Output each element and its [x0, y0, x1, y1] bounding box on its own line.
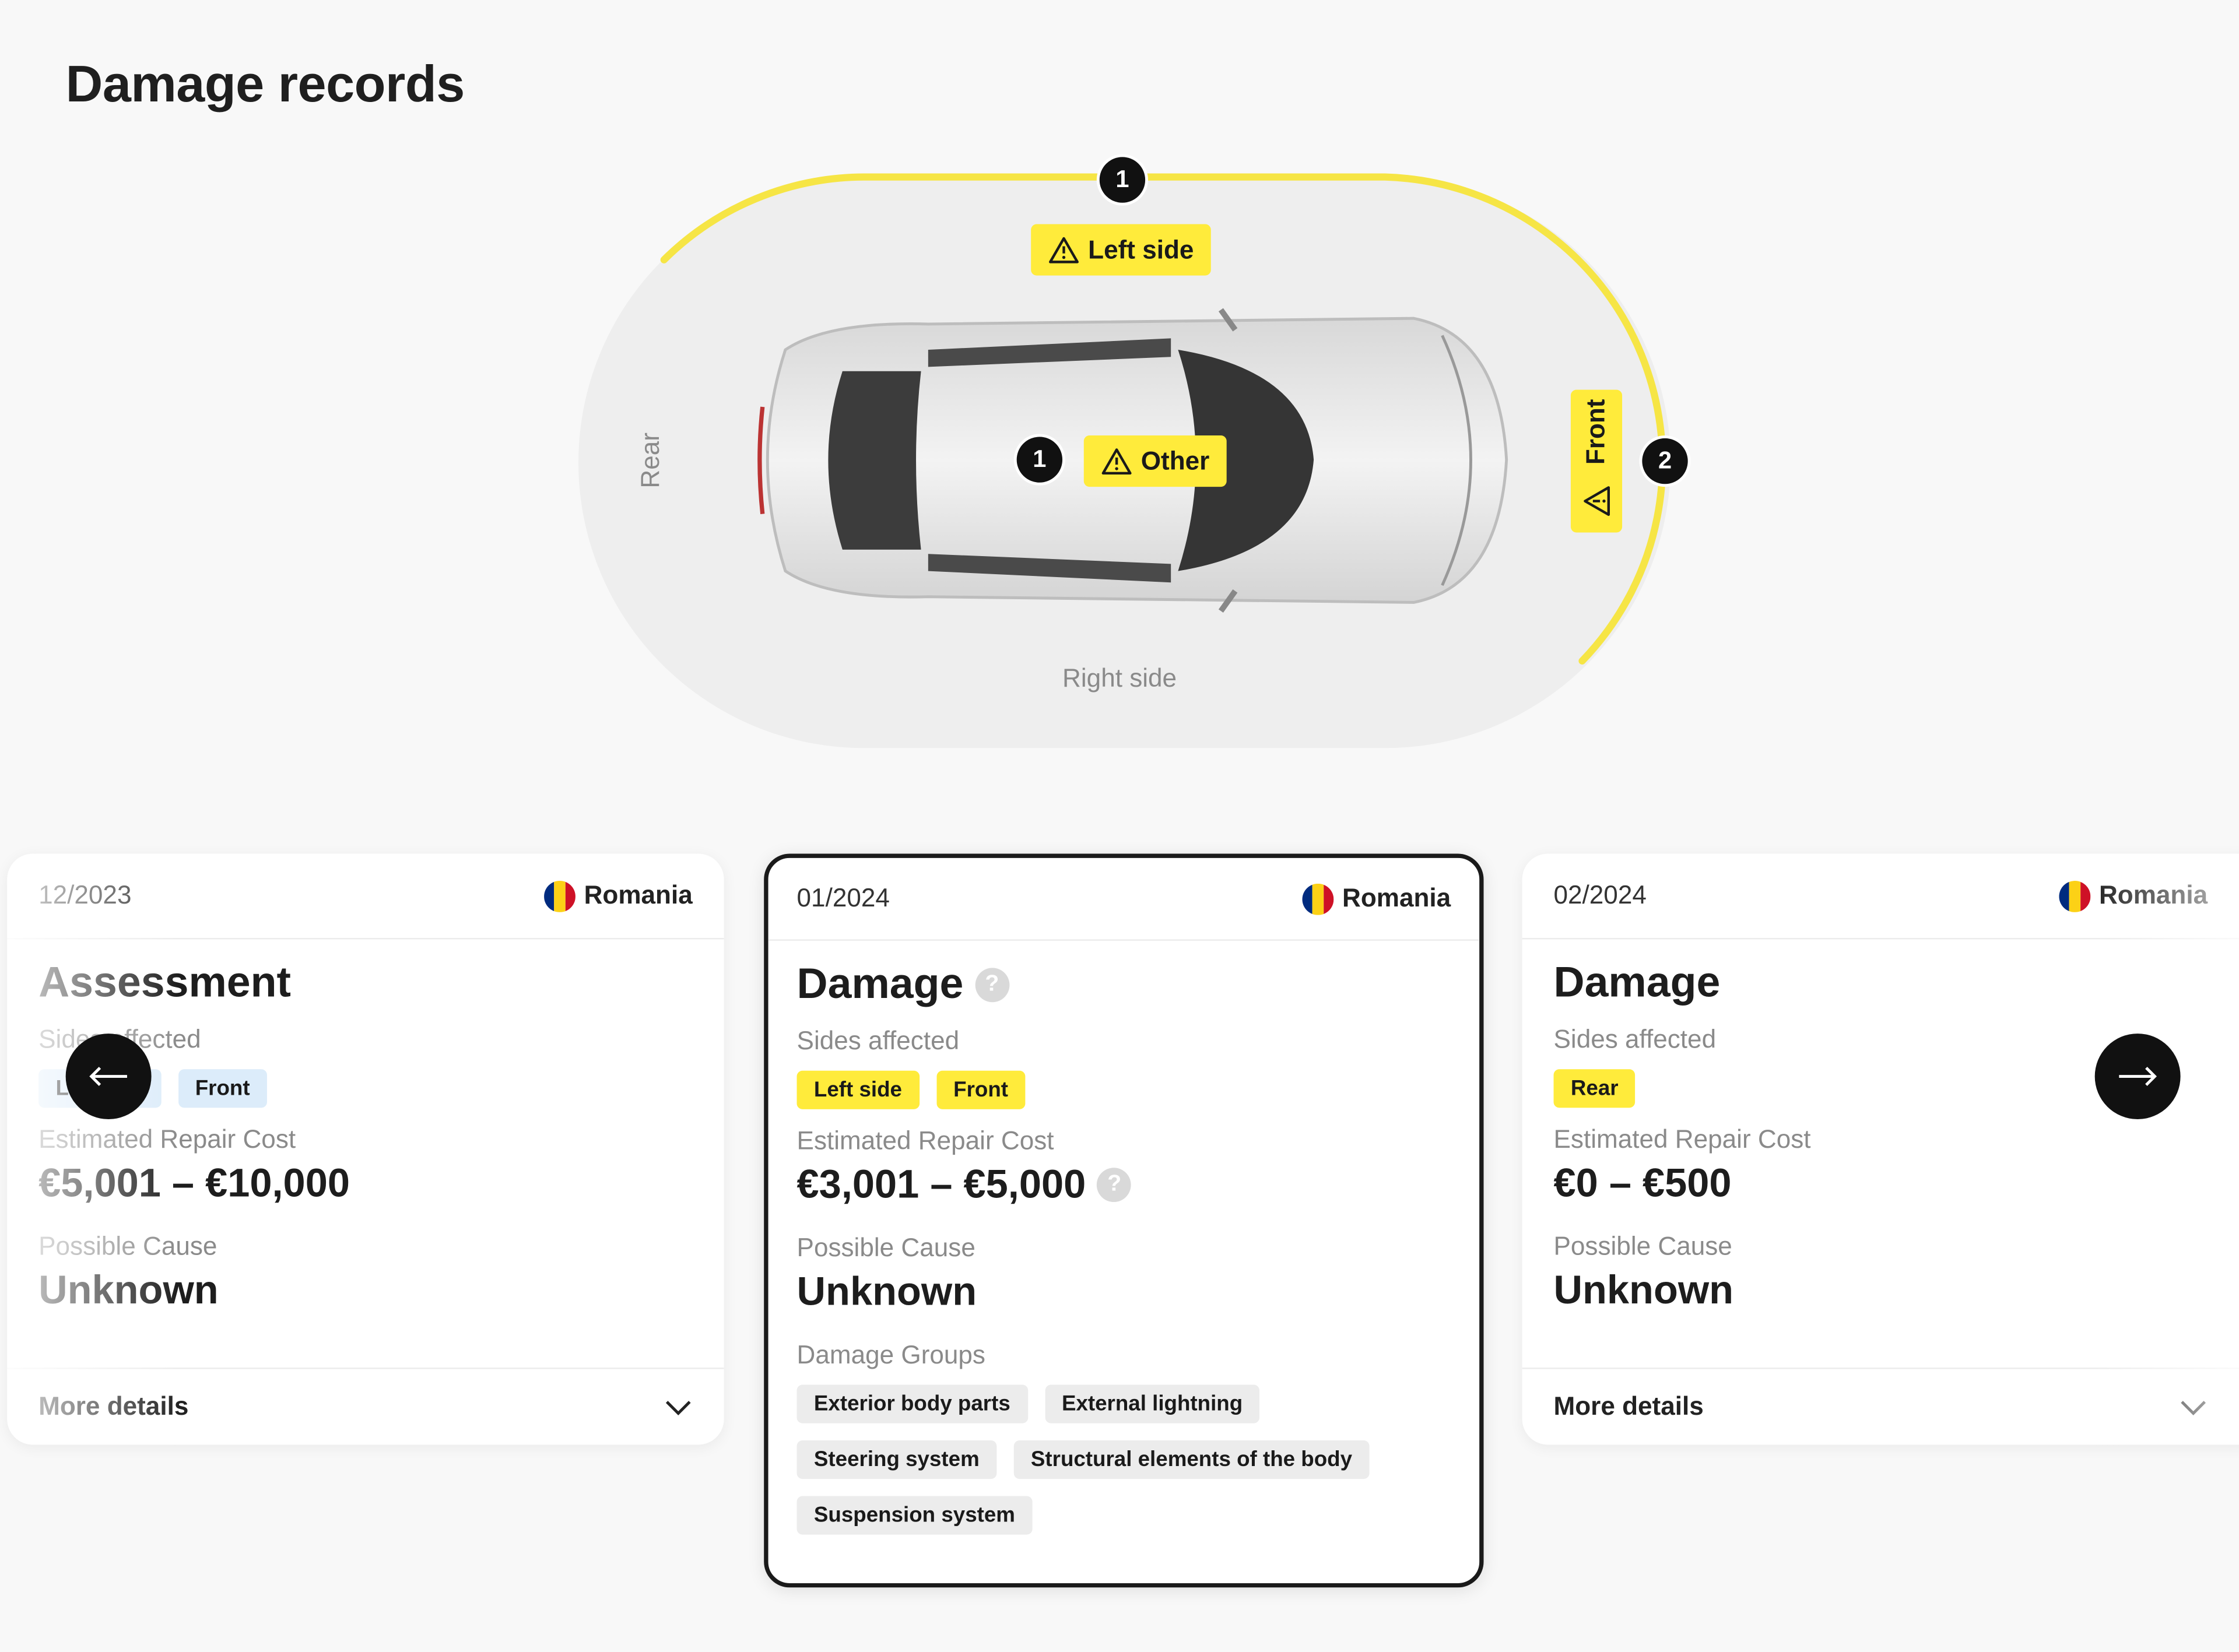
country-label: Romania: [2098, 881, 2208, 910]
car-damage-diagram: Rear Right side Left side 1 Other 1 Fron…: [0, 0, 2239, 799]
record-title-row: Damage ?: [797, 961, 1451, 1009]
record-country: Romania: [2059, 880, 2208, 912]
repair-cost-value: €5,001 – €10,000: [38, 1161, 350, 1205]
side-label-right: Right side: [1062, 663, 1177, 693]
carousel-next-button[interactable]: [2094, 1034, 2181, 1120]
record-country: Romania: [1302, 883, 1451, 915]
zone-tag-label: Front: [1581, 398, 1610, 464]
zone-tag-front[interactable]: Front: [1570, 389, 1623, 533]
possible-cause-value: Unknown: [38, 1267, 219, 1312]
country-label: Romania: [1342, 883, 1451, 912]
damage-group-chip: Suspension system: [796, 1496, 1033, 1535]
record-title: Assessment: [38, 959, 292, 1007]
zone-tag-label: Left side: [1088, 234, 1194, 263]
possible-cause-label: Possible Cause: [38, 1232, 217, 1261]
record-date: 01/2024: [796, 883, 890, 912]
sides-affected-label: Sides affected: [796, 1026, 960, 1055]
possible-cause-value: Unknown: [1553, 1267, 1734, 1312]
damage-group-chip: External lightning: [1044, 1384, 1260, 1423]
damage-record-card[interactable]: 12/2023 Romania Assessment Sides affecte…: [7, 853, 724, 1445]
warning-icon: [1584, 485, 1610, 515]
arrow-left-icon: [89, 1067, 127, 1086]
repair-cost-label: Estimated Repair Cost: [796, 1126, 1054, 1155]
side-chip: Front: [178, 1069, 268, 1108]
record-country: Romania: [543, 880, 693, 912]
zone-tag-other[interactable]: Other: [1083, 435, 1227, 487]
damage-record-card[interactable]: 02/2024 Romania Damage Sides affected Re…: [1522, 853, 2239, 1445]
romania-flag-icon: [1302, 883, 1334, 915]
record-date: 02/2024: [1553, 881, 1647, 910]
damage-record-card-selected[interactable]: 01/2024 Romania Damage ? Sides affected …: [764, 853, 1484, 1588]
repair-cost-value: €3,001 – €5,000: [796, 1162, 1086, 1207]
help-icon[interactable]: ?: [974, 968, 1009, 1003]
warning-icon: [1101, 448, 1132, 475]
record-date: 12/2023: [38, 881, 132, 910]
record-title: Damage: [1553, 959, 1721, 1007]
damage-groups-chips: Exterior body parts External lightning S…: [796, 1384, 1426, 1535]
side-chip: Rear: [1553, 1069, 1636, 1108]
more-details-label: More details: [1553, 1391, 1704, 1421]
chevron-down-icon: [2181, 1400, 2206, 1415]
damage-count-badge: 1: [1013, 434, 1065, 486]
country-label: Romania: [584, 881, 693, 910]
damage-groups-label: Damage Groups: [796, 1340, 986, 1369]
possible-cause-label: Possible Cause: [1553, 1232, 1732, 1261]
side-chip: Front: [936, 1070, 1026, 1109]
zone-tag-label: Other: [1140, 446, 1210, 475]
possible-cause-label: Possible Cause: [796, 1233, 975, 1262]
romania-flag-icon: [2059, 880, 2091, 912]
damage-group-chip: Steering system: [796, 1440, 997, 1479]
romania-flag-icon: [543, 880, 575, 912]
record-title: Damage: [796, 961, 964, 1008]
more-details-toggle[interactable]: More details: [1522, 1368, 2239, 1444]
sides-affected-chips: Left side Front: [796, 1070, 1451, 1109]
possible-cause-value: Unknown: [796, 1269, 977, 1314]
damage-count-badge: 2: [1639, 435, 1691, 487]
warning-icon: [1049, 237, 1079, 263]
chevron-down-icon: [665, 1400, 691, 1415]
damage-group-chip: Exterior body parts: [796, 1384, 1028, 1423]
help-icon[interactable]: ?: [1097, 1168, 1132, 1203]
more-details-label: More details: [38, 1391, 189, 1421]
zone-tag-left-side[interactable]: Left side: [1031, 224, 1211, 276]
damage-group-chip: Structural elements of the body: [1013, 1440, 1370, 1479]
side-chip: Left side: [796, 1070, 920, 1109]
repair-cost-value: €0 – €500: [1553, 1161, 1732, 1205]
more-details-toggle[interactable]: More details: [7, 1368, 724, 1444]
carousel-prev-button[interactable]: [65, 1034, 152, 1120]
damage-count-badge: 1: [1096, 154, 1148, 206]
repair-cost-label: Estimated Repair Cost: [1553, 1124, 1811, 1154]
repair-cost-label: Estimated Repair Cost: [38, 1124, 296, 1154]
side-label-rear: Rear: [636, 433, 665, 488]
arrow-right-icon: [2119, 1067, 2157, 1086]
repair-cost-row: €3,001 – €5,000 ?: [797, 1162, 1451, 1207]
